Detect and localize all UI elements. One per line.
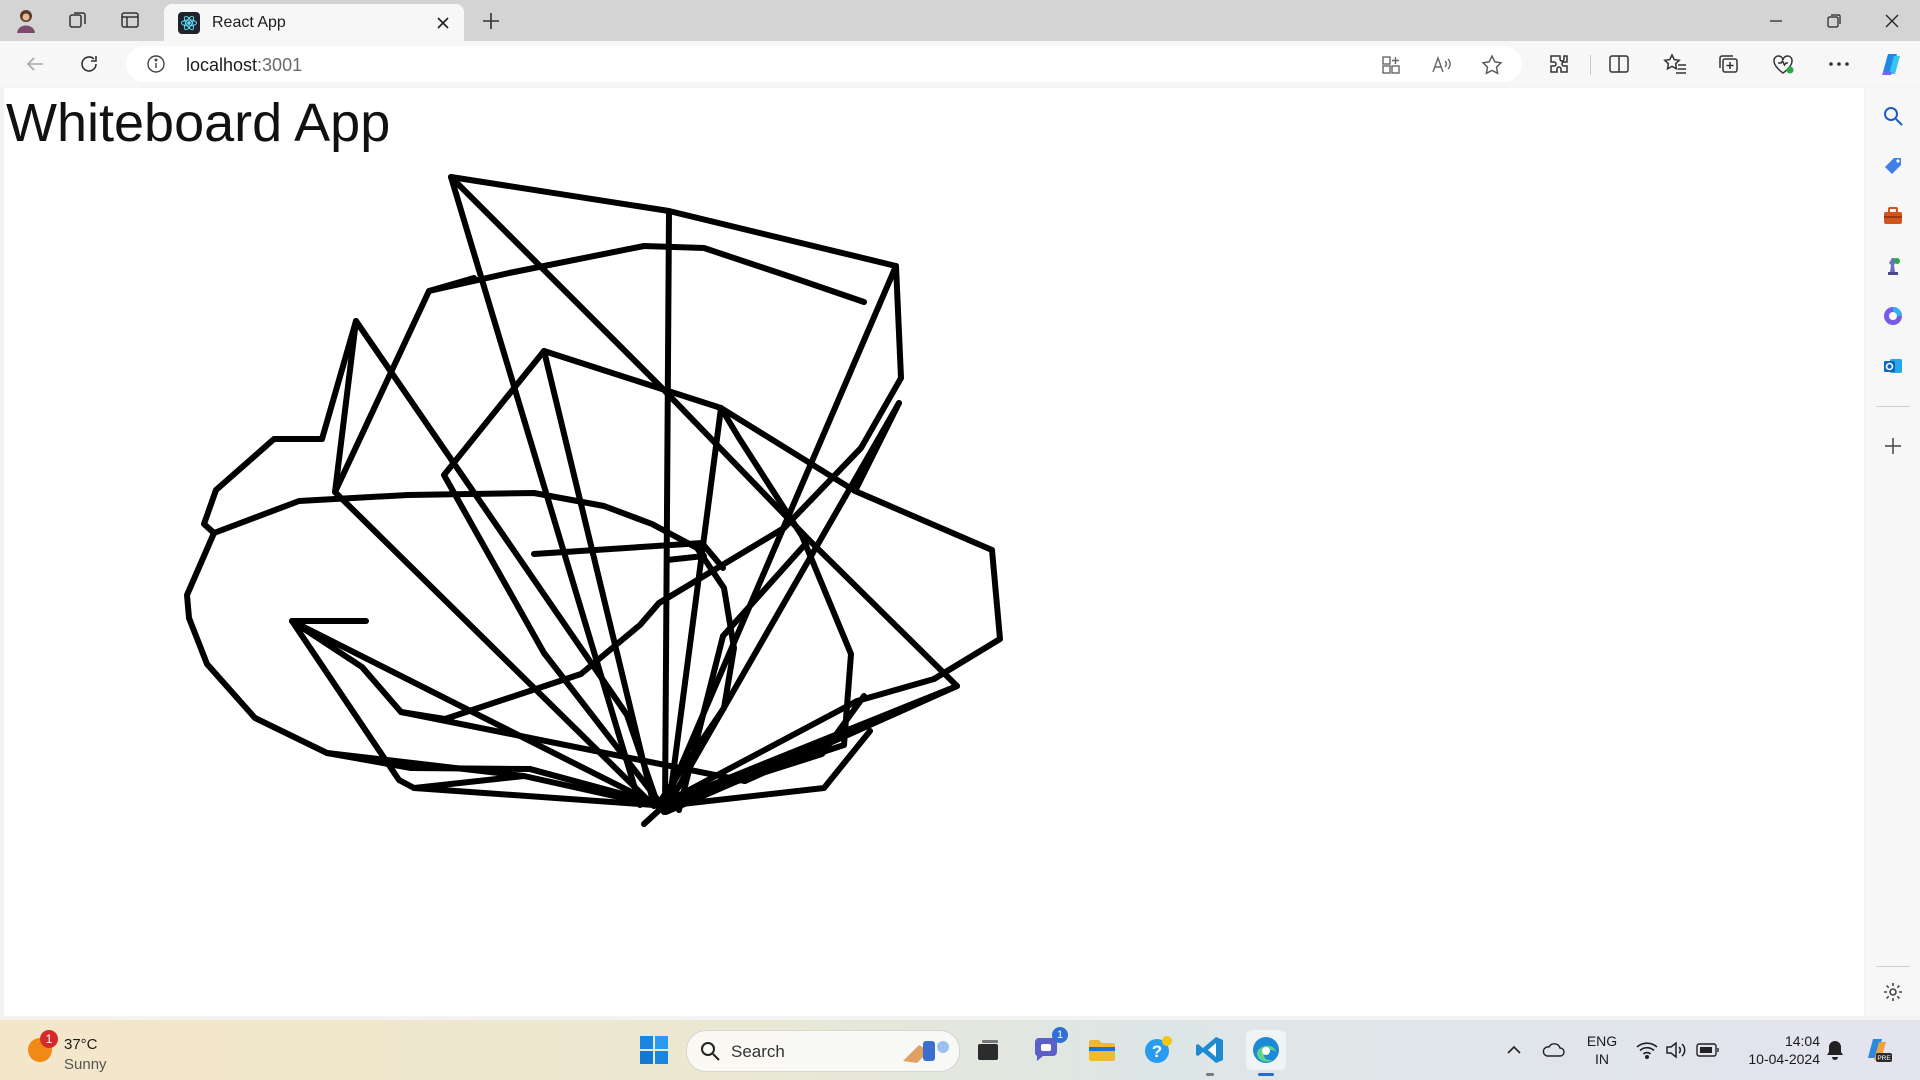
drawn-stroke: [289, 618, 658, 807]
url-text[interactable]: localhost:3001: [186, 55, 302, 76]
vscode-running-indicator: [1206, 1073, 1214, 1076]
edge-browser-icon[interactable]: [1246, 1030, 1286, 1076]
more-options-icon[interactable]: [1824, 49, 1854, 79]
split-screen-icon[interactable]: [1604, 49, 1634, 79]
wifi-icon[interactable]: [1634, 1034, 1660, 1066]
volume-icon[interactable]: [1664, 1034, 1688, 1066]
collections-icon[interactable]: [1714, 49, 1744, 79]
close-window-icon[interactable]: [1864, 0, 1920, 41]
input-language[interactable]: ENG IN: [1584, 1032, 1620, 1068]
task-view-icon[interactable]: [968, 1030, 1008, 1070]
search-icon: [699, 1040, 721, 1067]
notifications-bell-icon[interactable]: [1822, 1034, 1848, 1066]
weather-notification-badge: 1: [40, 1030, 58, 1048]
drawn-stroke: [661, 400, 902, 815]
sidebar-shopping-icon[interactable]: [1879, 152, 1907, 180]
taskbar-search-box[interactable]: Search: [686, 1030, 960, 1072]
sidebar-add-icon[interactable]: [1879, 432, 1907, 460]
back-arrow-icon[interactable]: [20, 49, 50, 79]
onedrive-cloud-icon[interactable]: [1538, 1034, 1568, 1066]
drawn-stroke: [211, 490, 737, 806]
tab-actions-icon[interactable]: [118, 8, 142, 32]
navigation-bar: localhost:3001: [0, 41, 1920, 87]
sidebar-divider-bottom: [1876, 966, 1910, 967]
favorite-star-icon[interactable]: [1479, 52, 1505, 78]
drawn-stroke: [184, 318, 662, 807]
show-hidden-icons-chevron-icon[interactable]: [1500, 1034, 1528, 1066]
browser-titlebar: React App: [0, 0, 1920, 41]
sidebar-games-icon[interactable]: [1879, 252, 1907, 280]
drawn-stroke: [324, 750, 527, 779]
app-available-icon[interactable]: [1378, 52, 1404, 78]
copilot-preview-icon[interactable]: PRE: [1860, 1034, 1894, 1066]
weather-temperature: 37°C: [64, 1036, 98, 1053]
extensions-icon[interactable]: [1544, 49, 1574, 79]
search-highlight-icon: [899, 1037, 953, 1070]
drawn-stroke: [662, 208, 672, 814]
teams-chat-icon[interactable]: 1: [1026, 1027, 1068, 1070]
clock-time: 14:04: [1784, 1033, 1820, 1049]
help-app-icon[interactable]: ?: [1138, 1030, 1178, 1070]
copilot-icon[interactable]: [1876, 49, 1906, 79]
file-explorer-icon[interactable]: [1082, 1030, 1122, 1070]
new-tab-icon[interactable]: [478, 8, 504, 34]
whiteboard-canvas[interactable]: [4, 88, 1864, 1016]
tab-title: React App: [212, 13, 286, 31]
favorites-icon[interactable]: [1660, 49, 1690, 79]
url-host: localhost: [186, 55, 258, 75]
edge-active-indicator: [1258, 1073, 1274, 1076]
svg-text:PRE: PRE: [1877, 1055, 1891, 1062]
sidebar-tools-icon[interactable]: [1879, 202, 1907, 230]
drawn-strokes: [184, 174, 1003, 827]
system-clock[interactable]: 14:04 10-04-2024: [1732, 1032, 1820, 1068]
read-aloud-icon[interactable]: [1429, 52, 1455, 78]
drawn-stroke: [664, 545, 707, 563]
weather-widget[interactable]: 1 37°C Sunny: [24, 1028, 134, 1073]
language-code: ENG: [1586, 1033, 1618, 1049]
minimize-icon[interactable]: [1748, 0, 1804, 41]
drawn-stroke: [852, 488, 1003, 682]
sidebar-divider: [1876, 406, 1910, 407]
battery-icon[interactable]: [1694, 1034, 1722, 1066]
sidebar-settings-icon[interactable]: [1879, 978, 1907, 1006]
start-button[interactable]: [634, 1030, 674, 1070]
page-viewport: Whiteboard App: [4, 88, 1864, 1016]
search-placeholder: Search: [731, 1042, 785, 1061]
weather-condition: Sunny: [64, 1056, 107, 1073]
restore-icon[interactable]: [1806, 0, 1862, 41]
svg-text:?: ?: [1152, 1042, 1162, 1061]
site-info-icon[interactable]: [146, 54, 166, 74]
sidebar-outlook-icon[interactable]: [1879, 352, 1907, 380]
address-bar[interactable]: localhost:3001: [126, 46, 1522, 82]
vscode-icon[interactable]: [1190, 1030, 1230, 1076]
teams-badge: 1: [1052, 1027, 1068, 1043]
close-tab-icon[interactable]: [428, 8, 458, 38]
refresh-icon[interactable]: [74, 49, 104, 79]
windows-taskbar: 1 37°C Sunny Search 1 ? ENG IN 14:04 10-…: [0, 1020, 1920, 1080]
profile-avatar-icon[interactable]: [14, 8, 38, 33]
browser-essentials-icon[interactable]: [1768, 49, 1798, 79]
react-logo-icon: [178, 11, 200, 34]
drawn-stroke: [441, 348, 667, 811]
edge-sidebar: [1866, 88, 1920, 1016]
clock-date: 10-04-2024: [1748, 1051, 1820, 1067]
windows-logo-icon: [640, 1036, 668, 1064]
tab-react-app[interactable]: React App: [164, 4, 464, 41]
workspaces-icon[interactable]: [66, 8, 90, 32]
sidebar-m365-icon[interactable]: [1879, 302, 1907, 330]
toolbar-divider: [1590, 55, 1591, 75]
url-port: :3001: [257, 55, 303, 75]
sidebar-search-icon[interactable]: [1879, 102, 1907, 130]
drawn-stroke: [541, 348, 657, 809]
language-region: IN: [1595, 1051, 1609, 1067]
